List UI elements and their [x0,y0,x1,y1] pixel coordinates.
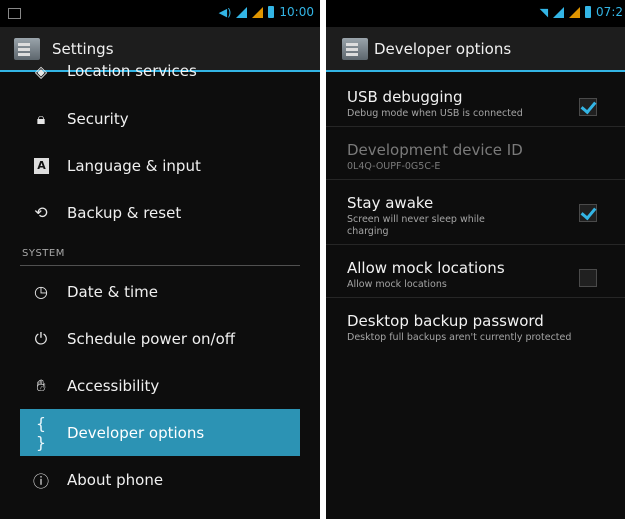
section-header: SYSTEM [22,248,65,259]
option-summary: Allow mock locations [347,279,447,290]
option-summary: Debug mode when USB is connected [347,108,523,119]
option-desktop-backup-password[interactable]: Desktop backup password Desktop full bac… [326,298,625,350]
status-bar: ◀) 10:00 [0,0,320,27]
option-usb-debugging[interactable]: USB debugging Debug mode when USB is con… [326,74,625,127]
settings-list: ◈ Location services 🔒︎ Security A Langua… [0,62,320,503]
settings-item-accessibility[interactable]: ✋︎ Accessibility [0,362,320,409]
option-summary: 0L4Q-OUPF-0G5C-E [347,161,441,172]
braces-icon: { } [35,413,47,452]
usb-debugging-checkbox[interactable] [579,98,597,116]
settings-item-security[interactable]: 🔒︎ Security [0,95,320,142]
settings-item-label: Location services [67,62,197,80]
settings-item-language[interactable]: A Language & input [0,142,320,189]
option-title: Stay awake [347,194,434,212]
option-summary: Screen will never sleep while charging [347,214,485,237]
location-icon: ◈ [34,61,48,81]
option-device-id: Development device ID 0L4Q-OUPF-0G5C-E [326,127,625,180]
option-stay-awake[interactable]: Stay awake Screen will never sleep while… [326,180,625,245]
settings-screen: ◀) 10:00 Settings ◈ Location services 🔒︎… [0,0,320,519]
status-bar: ◥ 07:2 [326,0,625,27]
settings-item-label: About phone [67,470,164,489]
stay-awake-checkbox[interactable] [579,204,597,222]
settings-item-backup[interactable]: ⟲ Backup & reset [0,189,320,236]
signal-2-icon [252,6,264,18]
option-mock-locations[interactable]: Allow mock locations Allow mock location… [326,245,625,298]
notification-icon [8,8,21,19]
settings-item-label: Security [67,109,129,128]
settings-item-label: Developer options [67,423,205,442]
option-summary: Desktop full backups aren't currently pr… [347,332,572,343]
battery-icon [268,6,275,18]
settings-item-label: Accessibility [67,376,160,395]
settings-item-label: Language & input [67,156,201,175]
page-title: Developer options [374,40,512,58]
status-time: 07:2 [596,5,623,19]
option-title: Development device ID [347,141,523,159]
option-title: Desktop backup password [347,312,544,330]
hand-icon: ✋︎ [36,375,46,395]
keyboard-a-icon: A [34,157,49,174]
volume-icon: ◀) [218,5,232,19]
settings-item-developer-options[interactable]: { } Developer options [20,409,300,456]
signal-2-icon [569,6,581,18]
settings-item-about-phone[interactable]: ⓘ About phone [0,456,320,503]
section-system: SYSTEM [0,236,320,268]
lock-icon: 🔒︎ [36,108,46,128]
settings-item-label: Date & time [67,282,158,301]
option-title: USB debugging [347,88,463,106]
battery-icon [585,6,592,18]
power-schedule-icon: ⏻ [34,328,48,348]
action-bar: Developer options [326,27,625,72]
settings-item-label: Backup & reset [67,203,182,222]
section-divider [20,265,300,266]
settings-app-icon[interactable] [342,38,368,60]
developer-options-list: USB debugging Debug mode when USB is con… [326,74,625,350]
signal-icon [236,6,248,18]
settings-item-label: Schedule power on/off [67,329,236,348]
backup-icon: ⟲ [34,203,48,222]
option-title: Allow mock locations [347,259,505,277]
status-time: 10:00 [279,5,314,19]
wifi-icon: ◥ [539,5,549,19]
settings-item-date-time[interactable]: ◷ Date & time [0,268,320,315]
info-icon: ⓘ [32,471,49,491]
clock-icon: ◷ [34,282,48,301]
mock-locations-checkbox[interactable] [579,269,597,287]
signal-icon [553,6,565,18]
developer-options-screen: ◥ 07:2 Developer options USB debugging D… [326,0,625,519]
settings-item-location[interactable]: ◈ Location services [0,47,320,95]
settings-item-schedule-power[interactable]: ⏻ Schedule power on/off [0,315,320,362]
